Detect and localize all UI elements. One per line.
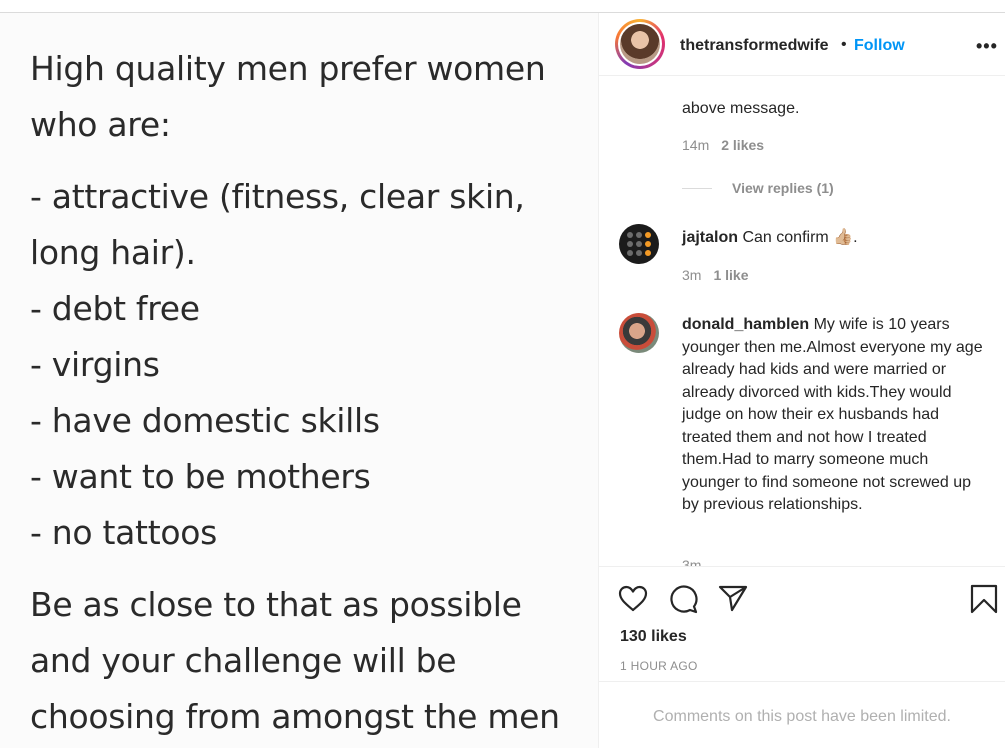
post-text-line: High quality men prefer women xyxy=(30,49,546,88)
commenter-username[interactable]: donald_hamblen xyxy=(682,316,809,333)
comment-body: jajtalon Can confirm 👍🏼. xyxy=(682,227,987,250)
post-text-line: choosing from amongst the men xyxy=(30,697,560,736)
post-dialog: High quality men prefer women who are: -… xyxy=(0,12,1005,748)
share-icon[interactable] xyxy=(717,582,749,614)
comment-likes[interactable]: 2 likes xyxy=(721,137,764,153)
comment-text: above message. xyxy=(682,100,800,117)
comment-likes[interactable]: 1 like xyxy=(713,267,748,283)
author-username[interactable]: thetransformedwife xyxy=(680,37,828,55)
commenter-avatar[interactable] xyxy=(619,224,659,264)
commenter-avatar[interactable] xyxy=(619,313,659,353)
comments-list[interactable]: above message. 14m 2 likes View replies (… xyxy=(599,76,1005,566)
post-text-line: and your challenge will be xyxy=(30,641,457,680)
side-panel: thetransformedwife • Follow ••• above me… xyxy=(598,13,1005,748)
comment-text: Can confirm 👍🏼. xyxy=(742,229,858,246)
author-avatar[interactable] xyxy=(615,19,665,69)
comment-body: donald_hamblen My wife is 10 years young… xyxy=(682,314,987,517)
comment-meta: 3m 1 like xyxy=(682,267,748,283)
post-image: High quality men prefer women who are: -… xyxy=(0,13,598,748)
separator-dot: • xyxy=(841,36,847,53)
bookmark-icon[interactable] xyxy=(968,583,1000,615)
commenter-username[interactable]: jajtalon xyxy=(682,229,738,246)
comments-limited-notice: Comments on this post have been limited. xyxy=(599,681,1005,748)
comment-age: 3m xyxy=(682,557,702,566)
post-text-line: - debt free xyxy=(30,289,200,328)
more-options-icon[interactable]: ••• xyxy=(976,36,998,57)
view-replies-button[interactable]: View replies (1) xyxy=(732,180,834,196)
heart-icon[interactable] xyxy=(617,583,649,615)
replies-divider xyxy=(682,188,712,189)
post-text-line: Be as close to that as possible xyxy=(30,585,522,624)
comment-text: My wife is 10 years younger then me.Almo… xyxy=(682,316,983,513)
comment-age: 3m xyxy=(682,267,702,283)
comment-icon[interactable] xyxy=(667,583,699,615)
post-text-line: - attractive (fitness, clear skin, xyxy=(30,177,525,216)
likes-count[interactable]: 130 likes xyxy=(620,628,687,646)
comment-meta: 3m xyxy=(682,557,701,566)
author-avatar-image xyxy=(620,24,660,64)
comment-meta: 14m 2 likes xyxy=(682,137,764,153)
post-header: thetransformedwife • Follow ••• xyxy=(599,13,1005,76)
post-text-line: - no tattoos xyxy=(30,513,218,552)
post-text-line: - have domestic skills xyxy=(30,401,380,440)
comment-age: 14m xyxy=(682,137,710,153)
post-time: 1 HOUR AGO xyxy=(620,659,698,673)
follow-button[interactable]: Follow xyxy=(854,37,905,55)
post-text-line: long hair). xyxy=(30,233,196,272)
action-bar: 130 likes 1 HOUR AGO xyxy=(599,566,1005,681)
post-text-line: - virgins xyxy=(30,345,160,384)
post-text-line: who are: xyxy=(30,105,171,144)
post-text-line: - want to be mothers xyxy=(30,457,371,496)
